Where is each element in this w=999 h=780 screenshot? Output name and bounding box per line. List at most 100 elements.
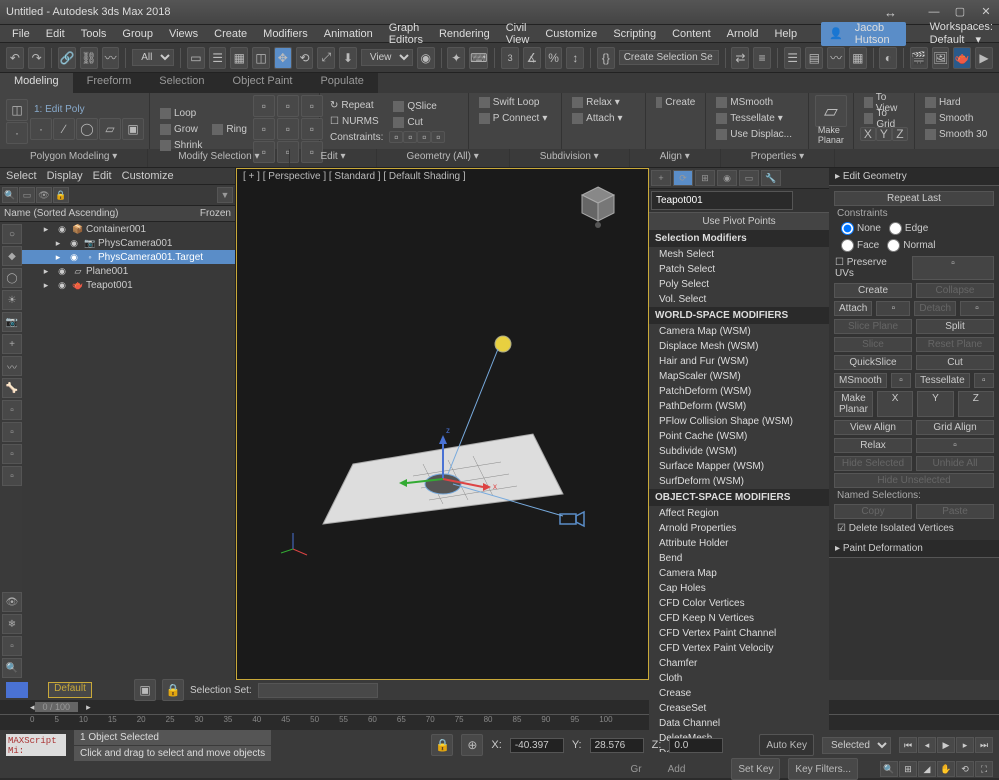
x-button[interactable]: X — [860, 127, 876, 141]
snap-toggle-button[interactable]: 3 — [501, 47, 519, 69]
viewport-perspective[interactable]: [ + ] [ Perspective ] [ Standard ] [ Def… — [236, 168, 649, 680]
named-selection-input[interactable] — [619, 50, 719, 65]
prev-frame-button[interactable]: ◂ — [918, 737, 936, 753]
layer-explorer-button[interactable]: ☰ — [784, 47, 802, 69]
y-button[interactable]: Y — [876, 127, 892, 141]
ref-coord-system[interactable]: View — [361, 49, 413, 66]
schematic-view-button[interactable]: ▦ — [849, 47, 867, 69]
maximize-button[interactable]: ▢ — [953, 5, 967, 19]
menu-civilview[interactable]: Civil View — [498, 22, 538, 46]
msmooth-set-button[interactable]: ▫ — [891, 373, 911, 388]
next-frame-button[interactable]: ▸ — [956, 737, 974, 753]
attach-button[interactable]: Attach ▾ — [568, 111, 639, 126]
menu-file[interactable]: File — [4, 28, 38, 40]
se-lock-button[interactable]: 🔒 — [53, 187, 69, 203]
nav-pan-button[interactable]: ✋ — [937, 761, 955, 777]
render-setup-button[interactable]: 🎬 — [910, 47, 928, 69]
grow-button[interactable]: Grow — [156, 122, 206, 137]
viewalign-button[interactable]: View Align — [834, 420, 912, 435]
split-button[interactable]: Split — [916, 319, 994, 334]
detach-settings-button[interactable]: ▫ — [960, 301, 994, 316]
use-pivot-button[interactable]: Use Pivot Points — [649, 212, 829, 230]
ribbon-tab-freeform[interactable]: Freeform — [73, 73, 146, 93]
modifier-item[interactable]: CFD Keep N Vertices — [649, 611, 829, 626]
motion-tab-icon[interactable]: ◉ — [717, 170, 737, 186]
c4[interactable]: ▫ — [431, 131, 445, 143]
modifier-item[interactable]: Cap Holes — [649, 581, 829, 596]
spinner-snap-button[interactable]: ↕ — [566, 47, 584, 69]
filter-frozen-icon[interactable]: ❄ — [2, 614, 22, 634]
redo-button[interactable]: ↷ — [28, 47, 46, 69]
paste-button[interactable]: Paste — [916, 504, 994, 519]
z-button[interactable]: Z — [892, 127, 908, 141]
filter-all-icon[interactable]: ○ — [2, 224, 22, 244]
mp-x-button[interactable]: X — [877, 391, 913, 417]
rendered-frame-button[interactable]: 🖼 — [932, 47, 950, 69]
modifier-item[interactable]: PFlow Collision Shape (WSM) — [649, 414, 829, 429]
editpoly-mode-button[interactable]: ◫ — [6, 99, 28, 121]
msmooth-button[interactable]: MSmooth — [712, 95, 802, 110]
filter-helper-icon[interactable]: + — [2, 334, 22, 354]
modifier-item[interactable]: Subdivide (WSM) — [649, 444, 829, 459]
key-mode-select[interactable]: Selected — [822, 737, 891, 754]
goto-start-button[interactable]: ⏮ — [899, 737, 917, 753]
close-button[interactable]: ✕ — [979, 5, 993, 19]
repeat-button[interactable]: ↻ Repeat — [326, 98, 387, 113]
sel5-button[interactable]: ▫ — [277, 118, 299, 140]
collapse-button[interactable]: Collapse — [916, 283, 994, 298]
filter-bone-icon[interactable]: 🦴 — [2, 378, 22, 398]
ribbon-group-properties[interactable]: Properties ▾ — [721, 149, 835, 167]
selection-set-input[interactable] — [258, 683, 378, 698]
filter-9-icon[interactable]: ▫ — [2, 466, 22, 486]
constraint-face[interactable]: Face — [841, 239, 879, 252]
ribbon-group-subdivision[interactable]: Subdivision ▾ — [510, 149, 630, 167]
c3[interactable]: ▫ — [417, 131, 431, 143]
modifier-item[interactable]: Crease — [649, 686, 829, 701]
edit-geo-header[interactable]: ▸ Edit Geometry — [829, 168, 999, 186]
manipulate-button[interactable]: ✦ — [447, 47, 465, 69]
modifier-item[interactable]: Data Channel — [649, 716, 829, 731]
menu-tools[interactable]: Tools — [73, 28, 115, 40]
setkey-button[interactable]: Set Key — [731, 758, 780, 780]
modifier-item[interactable]: Cloth — [649, 671, 829, 686]
utilities-tab-icon[interactable]: 🔧 — [761, 170, 781, 186]
modifier-item[interactable]: PathDeform (WSM) — [649, 399, 829, 414]
modifier-item[interactable]: Displace Mesh (WSM) — [649, 339, 829, 354]
nurms-button[interactable]: ☐ NURMS — [326, 114, 387, 129]
select-place-button[interactable]: ⬇ — [339, 47, 357, 69]
modifier-item[interactable]: Vol. Select — [649, 292, 829, 307]
autokey-button[interactable]: Auto Key — [759, 734, 814, 756]
vertex-mode-button[interactable]: · — [6, 122, 28, 144]
paint-def-header[interactable]: ▸ Paint Deformation — [829, 540, 999, 558]
maxscript-listener[interactable]: MAXScript Mi: — [6, 734, 66, 756]
relax-button[interactable]: Relax ▾ — [568, 95, 639, 110]
ribbon-tab-selection[interactable]: Selection — [145, 73, 218, 93]
bind-button[interactable]: 〰 — [102, 47, 120, 69]
hideunsel-button[interactable]: Hide Unselected — [834, 473, 994, 488]
preserve-uvs-check[interactable]: ☐ Preserve UVs — [833, 255, 909, 281]
ring-button[interactable]: Ring — [208, 122, 251, 137]
gridalign-button[interactable]: Grid Align — [916, 420, 994, 435]
sel2-button[interactable]: ▫ — [253, 118, 275, 140]
filter-x-icon[interactable]: ▫ — [2, 636, 22, 656]
modifier-item[interactable]: Surface Mapper (WSM) — [649, 459, 829, 474]
ribbon-tab-objectpaint[interactable]: Object Paint — [219, 73, 307, 93]
menu-grapheditors[interactable]: Graph Editors — [381, 22, 431, 46]
select-scale-button[interactable]: ⤢ — [317, 47, 335, 69]
time-ruler[interactable]: 0510152025303540455055606570758085909510… — [0, 714, 999, 730]
modifier-dropdown-list[interactable]: Use Pivot Points Selection Modifiers Mes… — [649, 212, 829, 752]
filter-hidden-icon[interactable]: 👁 — [2, 592, 22, 612]
constraint-none[interactable]: None — [841, 222, 881, 235]
smooth30-button[interactable]: Smooth 30 — [921, 127, 993, 142]
filter-geom-icon[interactable]: ◆ — [2, 246, 22, 266]
ribbon-group-align[interactable]: Align ▾ — [630, 149, 721, 167]
scene-item[interactable]: ▸◉🫖Teapot001 — [22, 278, 235, 292]
modifier-item[interactable]: Hair and Fur (WSM) — [649, 354, 829, 369]
display-tab-icon[interactable]: ▭ — [739, 170, 759, 186]
pconnect-button[interactable]: P Connect ▾ — [475, 111, 555, 126]
sel4-button[interactable]: ▫ — [277, 95, 299, 117]
relax-button[interactable]: Relax — [834, 438, 912, 453]
cut-button[interactable]: Cut — [916, 355, 994, 370]
goto-end-button[interactable]: ⏭ — [975, 737, 993, 753]
tess-set-button[interactable]: ▫ — [974, 373, 994, 388]
